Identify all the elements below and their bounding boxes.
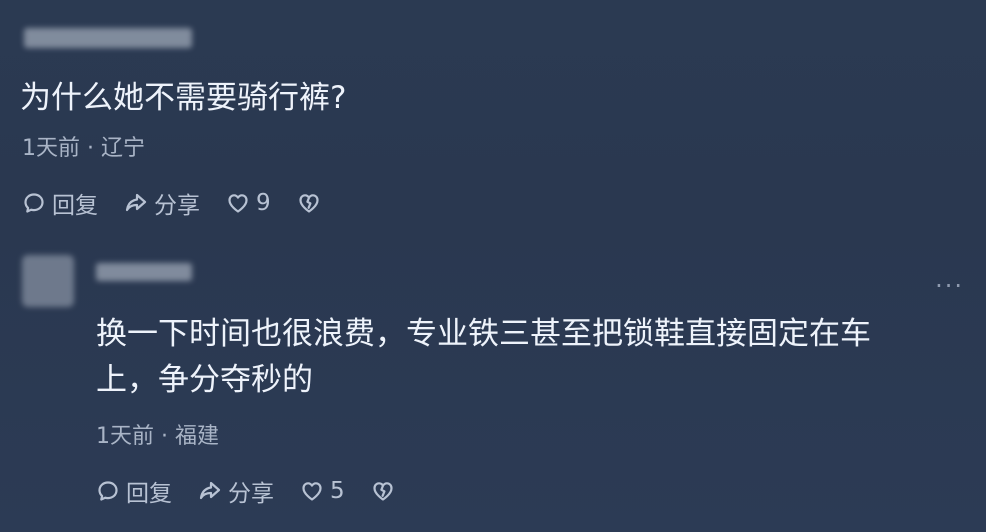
reply-button[interactable]: 回复 — [22, 186, 98, 220]
reply-label: 回复 — [126, 481, 172, 507]
more-icon[interactable]: ··· — [935, 272, 964, 300]
comment-text-line-2: 上，争分夺秒的 — [96, 362, 313, 398]
dislike-icon — [373, 482, 393, 501]
like-icon — [302, 482, 322, 501]
comment-actions: 回复 分享 9 — [22, 186, 353, 220]
like-button[interactable]: 9 — [226, 190, 271, 216]
like-count: 5 — [330, 478, 345, 504]
like-count: 9 — [256, 190, 271, 216]
like-button[interactable]: 5 — [300, 478, 345, 504]
like-icon — [228, 194, 248, 213]
reply-button[interactable]: 回复 — [96, 474, 172, 508]
comment-text: 为什么她不需要骑行裤? — [20, 80, 347, 116]
share-button[interactable]: 分享 — [124, 186, 200, 220]
share-label: 分享 — [228, 481, 274, 507]
share-icon — [125, 193, 147, 212]
comment-meta: 1天前 · 辽宁 — [22, 136, 145, 161]
share-label: 分享 — [154, 193, 200, 219]
comment-meta: 1天前 · 福建 — [96, 424, 219, 449]
reply-label: 回复 — [52, 193, 98, 219]
username-blurred — [96, 263, 192, 281]
dislike-icon — [299, 194, 319, 213]
share-icon — [199, 481, 221, 500]
comment-actions: 回复 分享 5 — [96, 474, 427, 508]
dislike-button[interactable] — [371, 479, 401, 503]
reply-icon — [98, 481, 118, 501]
reply-icon — [24, 193, 44, 213]
avatar[interactable] — [22, 255, 74, 307]
share-button[interactable]: 分享 — [198, 474, 274, 508]
username-blurred — [24, 28, 192, 48]
comment-text-line-1: 换一下时间也很浪费，专业铁三甚至把锁鞋直接固定在车 — [96, 316, 871, 352]
dislike-button[interactable] — [297, 191, 327, 215]
